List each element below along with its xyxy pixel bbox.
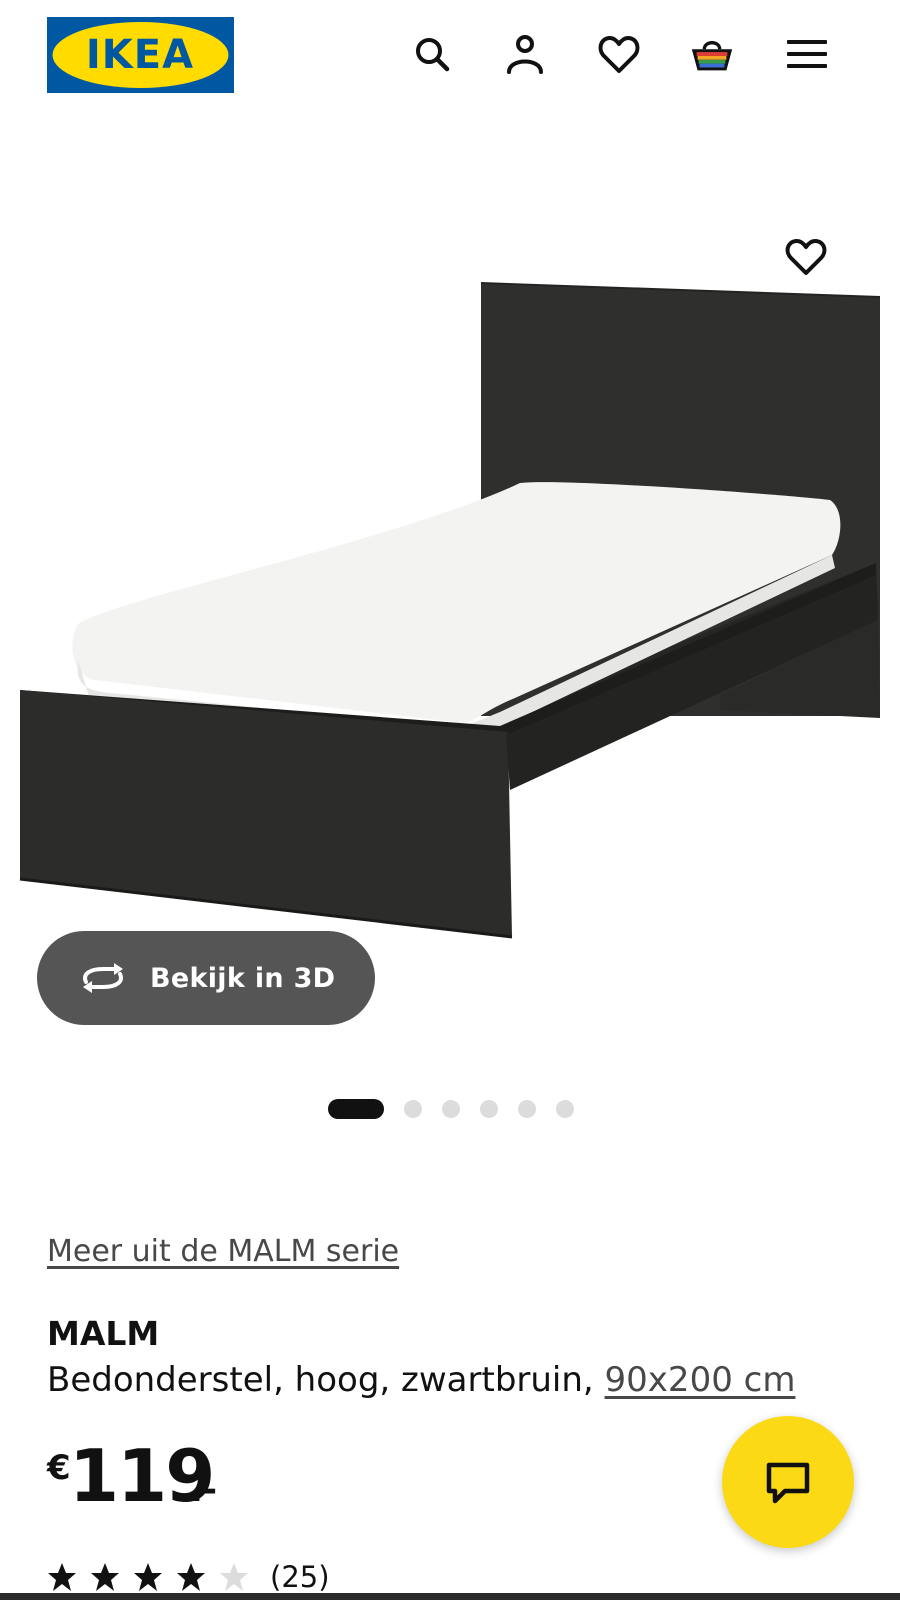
product-page: IKEA Bekijk in 3D Meer uit de MALM serie… <box>0 0 900 1600</box>
star-filled-icon <box>91 1563 119 1591</box>
star-filled-icon <box>134 1563 162 1591</box>
product-rating[interactable]: (25) <box>47 1560 330 1594</box>
carousel-dot-6[interactable] <box>556 1100 574 1118</box>
carousel-dot-2[interactable] <box>404 1100 422 1118</box>
svg-text:IKEA: IKEA <box>86 32 194 78</box>
bottom-edge-bar <box>0 1593 900 1600</box>
view-in-3d-button[interactable]: Bekijk in 3D <box>37 931 375 1025</box>
series-link[interactable]: Meer uit de MALM serie <box>47 1234 399 1269</box>
rotate-3d-icon <box>78 961 128 995</box>
review-count: (25) <box>270 1560 330 1594</box>
star-empty-icon <box>220 1563 248 1591</box>
carousel-dot-5[interactable] <box>518 1100 536 1118</box>
wishlist-heart-icon[interactable] <box>595 30 643 78</box>
site-header: IKEA <box>0 0 900 110</box>
product-description: Bedonderstel, hoog, zwartbruin, 90x200 c… <box>47 1360 795 1400</box>
chat-icon <box>766 1462 810 1504</box>
image-carousel-indicator <box>328 1099 594 1119</box>
save-to-favourites-button[interactable] <box>776 227 836 287</box>
product-image-bed[interactable] <box>0 150 900 980</box>
star-filled-icon <box>48 1563 76 1591</box>
carousel-dot-1[interactable] <box>328 1099 384 1119</box>
price-currency: € <box>47 1448 71 1488</box>
star-filled-icon <box>177 1563 205 1591</box>
search-icon[interactable] <box>408 30 456 78</box>
price-decimal: .- <box>190 1470 218 1510</box>
carousel-dot-4[interactable] <box>480 1100 498 1118</box>
view-in-3d-label: Bekijk in 3D <box>150 962 336 994</box>
product-description-text: Bedonderstel, hoog, zwartbruin, <box>47 1360 605 1400</box>
menu-icon[interactable] <box>783 30 831 78</box>
heart-icon <box>785 238 827 275</box>
ikea-logo[interactable]: IKEA <box>47 17 234 93</box>
shopping-bag-icon[interactable] <box>688 30 736 78</box>
chat-button[interactable] <box>722 1416 854 1548</box>
size-link[interactable]: 90x200 cm <box>605 1360 796 1400</box>
account-icon[interactable] <box>501 30 549 78</box>
product-name: MALM <box>47 1314 160 1353</box>
carousel-dot-3[interactable] <box>442 1100 460 1118</box>
